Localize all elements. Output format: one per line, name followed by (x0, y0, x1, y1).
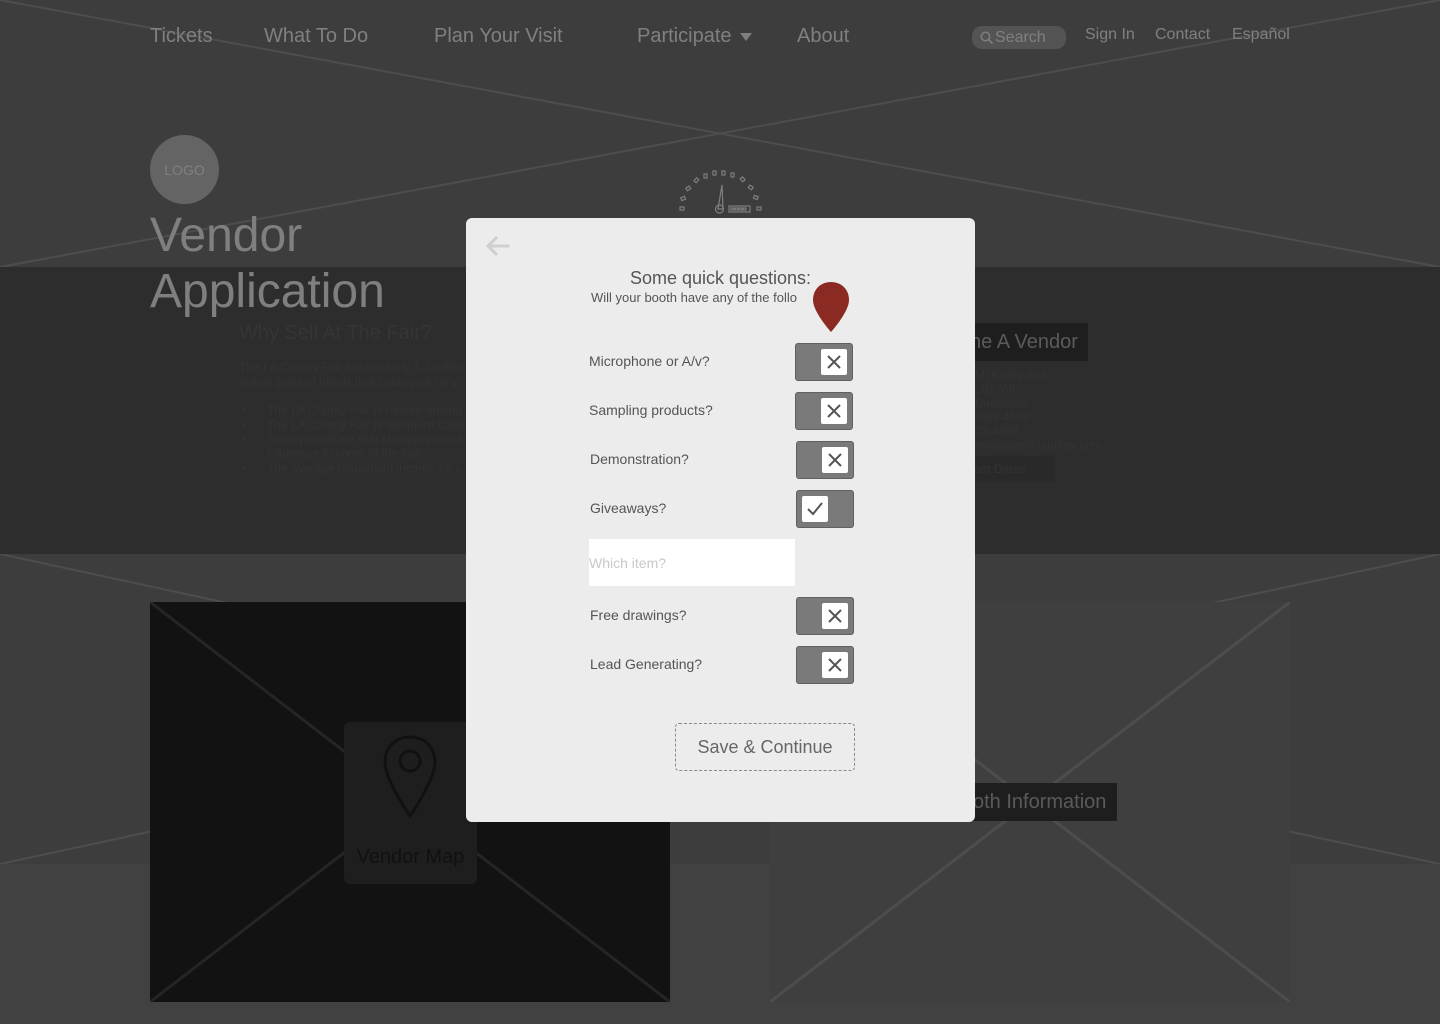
toggle-knob (822, 447, 848, 473)
toggle-sampling[interactable] (795, 392, 853, 430)
toggle-knob (822, 652, 848, 678)
question-microphone-label: Microphone or A/v? (589, 353, 710, 369)
question-lead-generating-label: Lead Generating? (590, 656, 703, 672)
x-icon (827, 355, 841, 369)
quick-questions-modal: Some quick questions: Will your booth ha… (466, 218, 975, 822)
toggle-knob (821, 398, 847, 424)
save-continue-button[interactable]: Save & Continue (675, 723, 855, 771)
toggle-lead-generating[interactable] (796, 646, 854, 684)
x-icon (828, 453, 842, 467)
toggle-knob (802, 496, 828, 522)
question-free-drawings-label: Free drawings? (590, 607, 687, 623)
toggle-giveaways[interactable] (796, 490, 854, 528)
location-pin-icon (813, 282, 849, 332)
question-demonstration-label: Demonstration? (590, 451, 689, 467)
toggle-knob (822, 603, 848, 629)
modal-subtitle: Will your booth have any of the follo (591, 290, 797, 305)
question-giveaways-label: Giveaways? (590, 500, 667, 516)
x-icon (828, 609, 842, 623)
toggle-microphone[interactable] (795, 343, 853, 381)
toggle-knob (821, 349, 847, 375)
toggle-demonstration[interactable] (796, 441, 854, 479)
x-icon (828, 658, 842, 672)
back-arrow-icon[interactable] (484, 234, 510, 258)
toggle-free-drawings[interactable] (796, 597, 854, 635)
which-item-input[interactable] (589, 539, 795, 586)
question-sampling-label: Sampling products? (589, 402, 713, 418)
x-icon (827, 404, 841, 418)
checkmark-icon (807, 502, 823, 516)
modal-title: Some quick questions: (629, 268, 812, 288)
